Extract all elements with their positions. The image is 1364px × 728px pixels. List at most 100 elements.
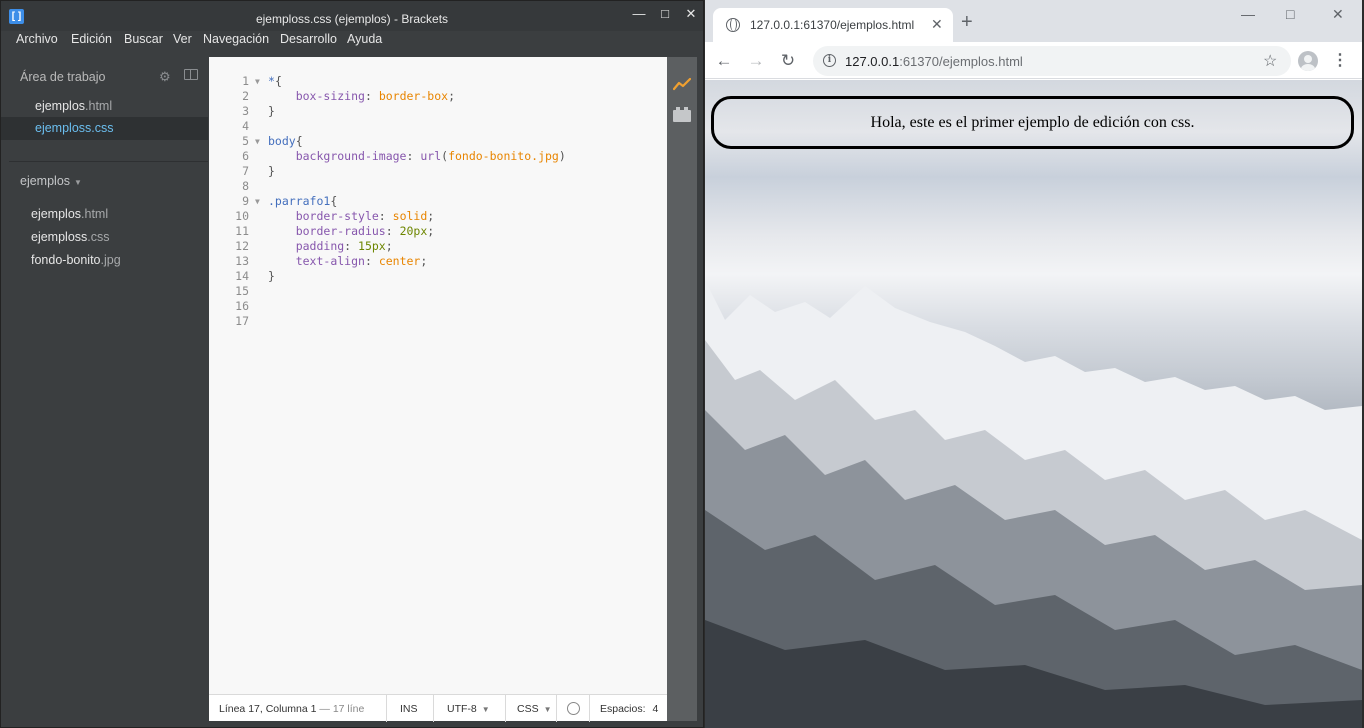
- indent-setting[interactable]: Espacios: 4: [600, 703, 658, 715]
- more-menu-icon[interactable]: ⋮: [1331, 51, 1349, 71]
- close-icon[interactable]: ✕: [1332, 6, 1344, 23]
- code-line[interactable]: 8: [209, 179, 667, 194]
- back-icon[interactable]: ←: [713, 50, 735, 72]
- code-line[interactable]: 17: [209, 314, 667, 329]
- menu-ayuda[interactable]: Ayuda: [347, 32, 382, 46]
- forward-icon[interactable]: →: [745, 50, 767, 72]
- line-number: 10: [235, 209, 249, 223]
- maximize-icon[interactable]: □: [1286, 6, 1294, 22]
- window-title: ejemploss.css (ejemplos) - Brackets: [255, 12, 449, 26]
- url-host: 127.0.0.1: [845, 54, 900, 69]
- status-separator: [433, 695, 434, 722]
- line-number: 1: [242, 74, 249, 88]
- code-token: {: [330, 194, 338, 208]
- code-token: ;: [385, 239, 393, 253]
- tab-close-icon[interactable]: ✕: [931, 16, 943, 33]
- code-token: :: [364, 89, 379, 103]
- menu-edicion[interactable]: Edición: [71, 32, 112, 46]
- indent-value: 4: [652, 703, 659, 715]
- encoding-value: UTF-8: [447, 703, 477, 715]
- line-number: 5: [242, 134, 249, 148]
- code-line[interactable]: 16: [209, 299, 667, 314]
- maximize-icon[interactable]: □: [655, 5, 675, 23]
- status-separator: [589, 695, 590, 722]
- minimize-icon[interactable]: —: [1241, 6, 1255, 22]
- menu-navegacion[interactable]: Navegación: [203, 32, 269, 46]
- code-token: ;: [420, 254, 428, 268]
- bookmark-star-icon[interactable]: ☆: [1263, 51, 1277, 71]
- code-line[interactable]: 11 border-radius: 20px;: [209, 224, 667, 239]
- code-line[interactable]: 10 border-style: solid;: [209, 209, 667, 224]
- split-view-icon[interactable]: [184, 69, 198, 80]
- profile-avatar-icon[interactable]: [1298, 51, 1318, 71]
- code-line[interactable]: 6 background-image: url(fondo-bonito.jpg…: [209, 149, 667, 164]
- project-file-ejemplos-html[interactable]: ejemplos.html: [1, 203, 208, 226]
- menu-archivo[interactable]: Archivo: [16, 32, 58, 46]
- code-token: ;: [427, 224, 435, 238]
- code-line[interactable]: 3}: [209, 104, 667, 119]
- browser-toolbar: ← → ↻ i 127.0.0.1:61370/ejemplos.html ☆ …: [705, 42, 1362, 79]
- project-dropdown[interactable]: ejemplos ▼: [20, 174, 82, 188]
- code-editor[interactable]: 1 ▼ *{2 box-sizing: border-box; 3} 4 5 ▼ body{6…: [209, 57, 667, 694]
- code-line[interactable]: 14}: [209, 269, 667, 284]
- menu-buscar[interactable]: Buscar: [124, 32, 163, 46]
- file-ext: .jpg: [100, 253, 121, 267]
- new-tab-icon[interactable]: +: [961, 12, 973, 32]
- fold-caret-icon[interactable]: ▼: [255, 74, 260, 89]
- file-name: ejemplos: [35, 99, 86, 113]
- code-token: {: [295, 134, 303, 148]
- brackets-titlebar: [ ] ejemploss.css (ejemplos) - Brackets …: [1, 1, 703, 31]
- code-line[interactable]: 13 text-align: center;: [209, 254, 667, 269]
- fold-caret-icon[interactable]: ▼: [255, 134, 260, 149]
- cursor-position[interactable]: Línea 17, Columna 1 — 17 líne: [219, 703, 364, 715]
- code-line[interactable]: 7}: [209, 164, 667, 179]
- line-number: 13: [235, 254, 249, 268]
- code-line[interactable]: 4: [209, 119, 667, 134]
- fold-caret-icon[interactable]: ▼: [255, 194, 260, 209]
- code-token: 20px: [399, 224, 428, 238]
- line-number: 12: [235, 239, 249, 253]
- code-line[interactable]: 15: [209, 284, 667, 299]
- tab-ejemplos[interactable]: 127.0.0.1:61370/ejemplos.html ✕: [713, 8, 953, 42]
- close-icon[interactable]: ✕: [681, 5, 701, 23]
- language-select[interactable]: CSS ▼: [517, 703, 552, 715]
- code-token: ): [558, 149, 566, 163]
- cursor-position-text: Línea 17, Columna 1: [219, 703, 317, 715]
- reload-icon[interactable]: ↻: [777, 50, 799, 72]
- code-line[interactable]: 9 ▼ .parrafo1{: [209, 194, 667, 209]
- code-text: *{: [268, 74, 282, 89]
- live-preview-icon[interactable]: [673, 77, 691, 91]
- working-file-ejemploss-css[interactable]: ejemploss.css: [1, 117, 208, 140]
- minimize-icon[interactable]: —: [629, 5, 649, 23]
- overwrite-mode-toggle[interactable]: INS: [400, 703, 418, 715]
- code-line[interactable]: 12 padding: 15px;: [209, 239, 667, 254]
- code-token: :: [344, 239, 359, 253]
- sidebar-divider: [9, 161, 208, 162]
- code-token: text-align: [295, 254, 365, 268]
- code-line[interactable]: 1 ▼ *{: [209, 74, 667, 89]
- code-token: border-radius: [295, 224, 386, 238]
- line-number: 8: [242, 179, 249, 193]
- encoding-select[interactable]: UTF-8 ▼: [447, 703, 490, 715]
- tab-strip: 127.0.0.1:61370/ejemplos.html ✕ + — □ ✕: [705, 0, 1362, 42]
- code-line[interactable]: 5 ▼ body{: [209, 134, 667, 149]
- caret-down-icon: ▼: [481, 705, 490, 714]
- working-file-ejemplos-html[interactable]: ejemplos.html: [1, 95, 208, 118]
- site-info-icon[interactable]: i: [823, 54, 836, 67]
- menu-bar: Archivo Edición Buscar Ver Navegación De…: [1, 31, 703, 51]
- file-ext: .css: [87, 230, 110, 244]
- extension-manager-icon[interactable]: [673, 107, 691, 122]
- gear-icon[interactable]: ⚙: [159, 69, 171, 85]
- address-bar[interactable]: i 127.0.0.1:61370/ejemplos.html ☆: [813, 46, 1291, 76]
- linter-status-icon[interactable]: [567, 702, 580, 715]
- status-separator: [556, 695, 557, 722]
- line-number: 7: [242, 164, 249, 178]
- code-line[interactable]: 2 box-sizing: border-box;: [209, 89, 667, 104]
- menu-ver[interactable]: Ver: [173, 32, 192, 46]
- project-file-ejemploss-css[interactable]: ejemploss.css: [1, 226, 208, 249]
- line-number: 2: [242, 89, 249, 103]
- file-name: ejemplos: [31, 207, 82, 221]
- project-file-fondo-bonito-jpg[interactable]: fondo-bonito.jpg: [1, 249, 208, 272]
- menu-desarrollo[interactable]: Desarrollo: [280, 32, 337, 46]
